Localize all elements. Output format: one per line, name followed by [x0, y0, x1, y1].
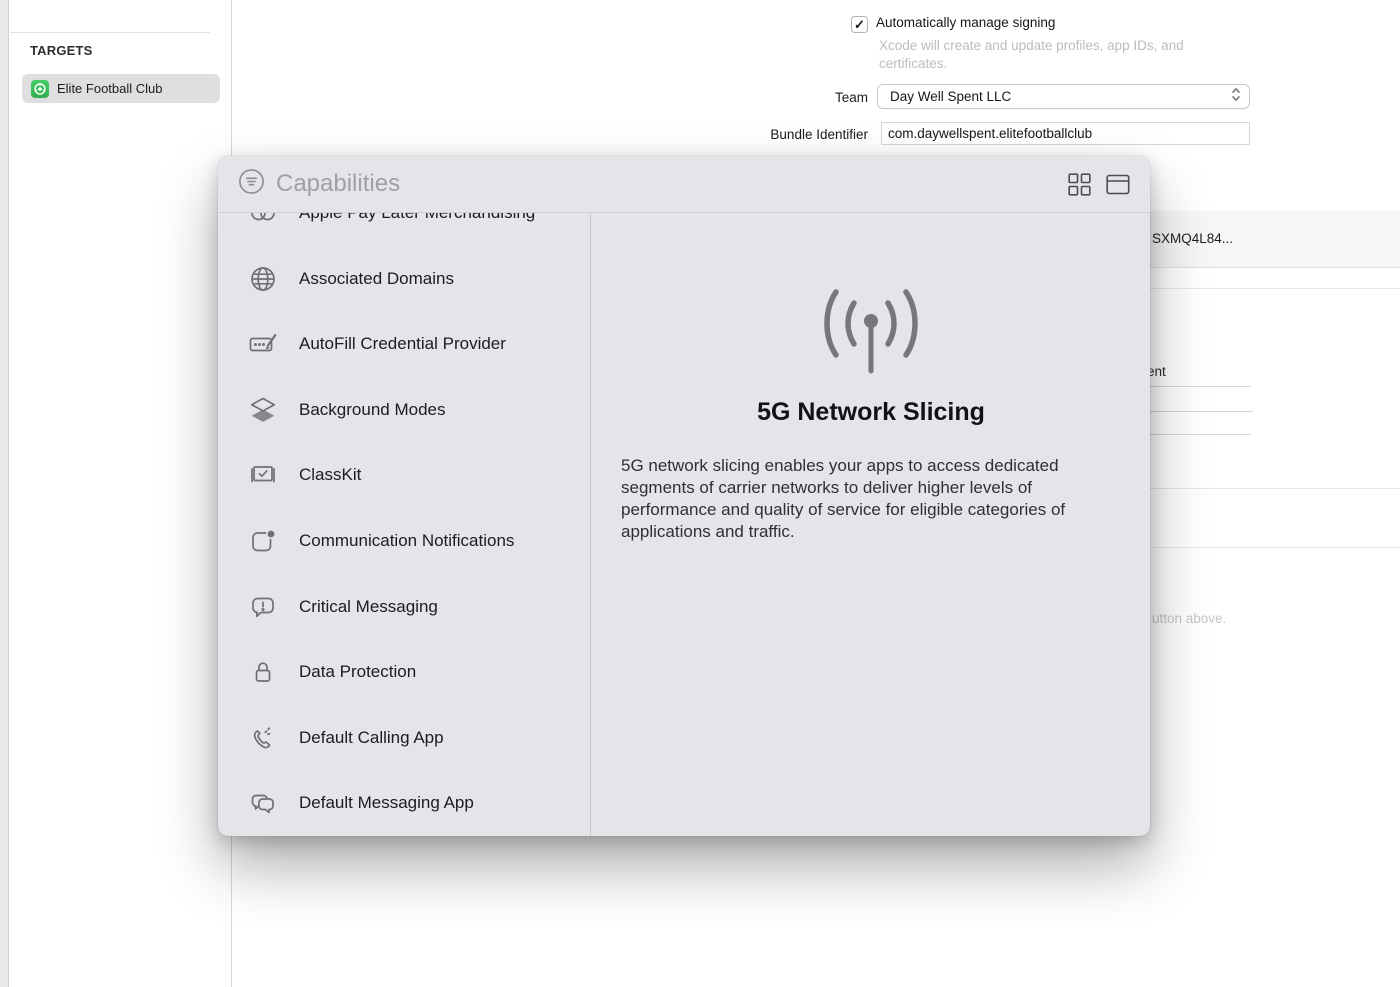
capability-item-communication-notifications[interactable]: Communication Notifications	[218, 508, 590, 574]
team-selected-value: Day Well Spent LLC	[890, 89, 1231, 104]
auto-manage-signing-checkbox[interactable]	[851, 16, 868, 33]
team-id-text-fragment: SXMQ4L84...	[1152, 231, 1233, 246]
column-view-button[interactable]	[1106, 172, 1130, 196]
capability-item-data-protection[interactable]: Data Protection	[218, 639, 590, 705]
bundle-identifier-label: Bundle Identifier	[738, 127, 868, 142]
capability-item-autofill[interactable]: AutoFill Credential Provider	[218, 311, 590, 377]
hint-text-fragment: utton above.	[1152, 611, 1226, 626]
team-dropdown[interactable]: Day Well Spent LLC	[877, 84, 1250, 109]
capability-detail-panel: 5G Network Slicing 5G network slicing en…	[592, 213, 1150, 836]
auto-manage-signing-label: Automatically manage signing	[876, 15, 1055, 30]
background-rule	[1150, 547, 1400, 548]
field-underline	[1150, 386, 1251, 387]
capability-item-critical-messaging[interactable]: Critical Messaging	[218, 574, 590, 640]
chat-bubbles-icon	[248, 788, 278, 818]
stepper-chevrons-icon	[1231, 86, 1241, 108]
capabilities-list: Apple Pay Later Merchandising Associated…	[218, 213, 591, 836]
team-id-row-fragment: SXMQ4L84...	[1150, 211, 1400, 268]
bundle-identifier-input[interactable]	[881, 122, 1250, 145]
app-target-icon	[31, 80, 49, 98]
capability-detail-title: 5G Network Slicing	[592, 398, 1150, 427]
antenna-radiowaves-icon	[806, 285, 936, 380]
capability-item-classkit[interactable]: ClassKit	[218, 442, 590, 508]
capability-item-default-messaging-app[interactable]: Default Messaging App	[218, 770, 590, 836]
field-underline	[1150, 434, 1251, 435]
capabilities-popup-body: Apple Pay Later Merchandising Associated…	[218, 213, 1150, 836]
phone-waves-icon	[248, 723, 278, 753]
capabilities-filter-input[interactable]	[276, 170, 1052, 198]
auto-manage-signing-help: Xcode will create and update profiles, a…	[879, 37, 1215, 72]
project-sidebar: TARGETS Elite Football Club	[10, 0, 232, 987]
background-rule	[1150, 488, 1400, 489]
globe-icon	[248, 264, 278, 294]
field-underline	[1150, 411, 1253, 412]
capability-item-default-calling-app[interactable]: Default Calling App	[218, 705, 590, 771]
background-rule	[1150, 288, 1400, 289]
grid-view-button[interactable]	[1067, 172, 1091, 196]
message-exclamation-icon	[248, 592, 278, 622]
targets-section-label: TARGETS	[30, 43, 93, 58]
layers-icon	[248, 395, 278, 425]
xcode-signing-capabilities-screen: TARGETS Elite Football Club Automaticall…	[0, 0, 1400, 987]
capability-detail-description: 5G network slicing enables your apps to …	[621, 455, 1121, 543]
filter-icon	[238, 168, 265, 200]
capability-item-associated-domains[interactable]: Associated Domains	[218, 246, 590, 312]
capabilities-popup-header	[218, 156, 1150, 213]
capability-item-background-modes[interactable]: Background Modes	[218, 377, 590, 443]
target-name-label: Elite Football Club	[57, 81, 163, 96]
sidebar-item-target[interactable]: Elite Football Club	[22, 74, 220, 103]
capability-item-partial[interactable]: Apple Pay Later Merchandising	[218, 213, 590, 246]
lock-icon	[248, 657, 278, 687]
navigator-edge-strip	[0, 0, 9, 987]
app-badge-icon	[248, 526, 278, 556]
capabilities-popup: Apple Pay Later Merchandising Associated…	[218, 156, 1150, 836]
autofill-field-icon	[248, 329, 278, 359]
apple-pay-icon	[248, 213, 278, 228]
team-label: Team	[738, 90, 868, 105]
sidebar-divider	[10, 32, 210, 33]
classkit-board-icon	[248, 460, 278, 490]
